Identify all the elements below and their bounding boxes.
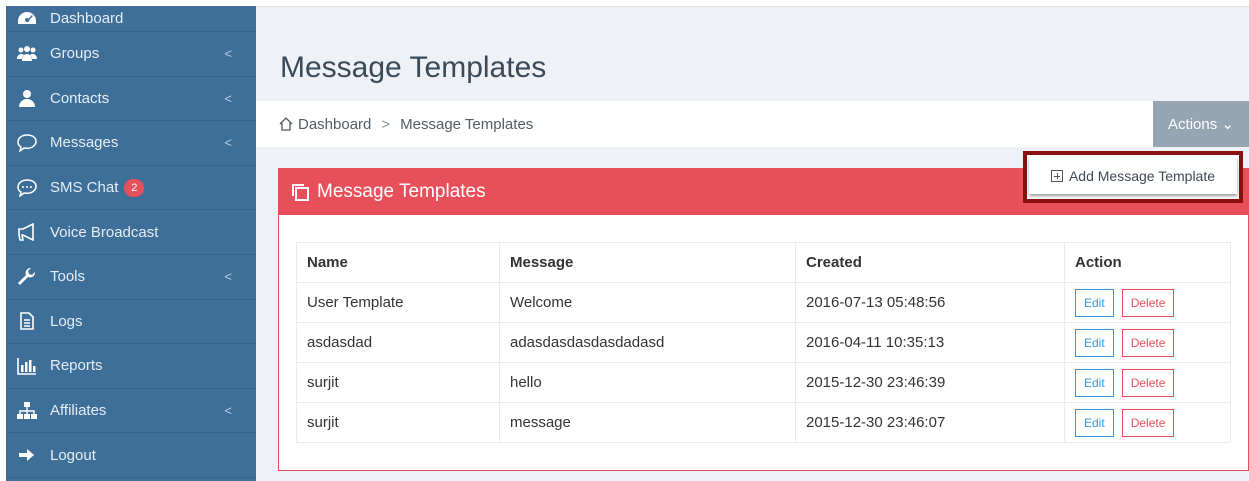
chevron-left-icon: < [224, 269, 232, 285]
sidebar-item-voice-broadcast[interactable]: Voice Broadcast [6, 210, 256, 255]
user-icon [16, 88, 38, 108]
cell-action: Edit Delete [1064, 322, 1231, 363]
message-templates-panel: Message Templates Name Message Created A… [278, 168, 1249, 471]
megaphone-icon [16, 222, 38, 242]
cell-action: Edit Delete [1064, 402, 1231, 443]
delete-button[interactable]: Delete [1121, 328, 1175, 357]
sidebar-item-label: Groups [50, 45, 100, 63]
chevron-left-icon: < [224, 46, 232, 62]
column-header-message[interactable]: Message [499, 242, 796, 283]
column-header-created[interactable]: Created [795, 242, 1065, 283]
users-icon [16, 44, 38, 64]
breadcrumb-home-link[interactable]: Dashboard [298, 116, 371, 133]
sidebar-item-label: SMS Chat [50, 179, 119, 197]
edit-button[interactable]: Edit [1075, 288, 1114, 317]
sidebar-item-label: Dashboard [50, 10, 124, 27]
table-row: surjit hello 2015-12-30 23:46:39 Edit Del… [296, 362, 1231, 403]
sidebar-item-groups[interactable]: Groups < [6, 32, 256, 77]
table-row: asdasdad adasdasdasdasdadasd 2016-04-11 … [296, 322, 1231, 363]
cell-name: surjit [296, 362, 500, 403]
sidebar-item-label: Tools [50, 268, 86, 286]
cell-created: 2016-07-13 05:48:56 [795, 282, 1065, 323]
main-content: Message Templates Dashboard > Message Te… [256, 6, 1249, 481]
bar-chart-icon [16, 356, 38, 376]
edit-button[interactable]: Edit [1075, 368, 1114, 397]
sidebar-item-reports[interactable]: Reports [6, 344, 256, 389]
sidebar-item-label: Contacts [50, 89, 110, 107]
sidebar-item-tools[interactable]: Tools < [6, 255, 256, 300]
add-message-template-button[interactable]: Add Message Template [1029, 158, 1237, 194]
table-header-row: Name Message Created Action [296, 242, 1231, 283]
cell-message: message [499, 402, 796, 443]
sidebar-item-dashboard[interactable]: Dashboard [6, 6, 256, 32]
sms-chat-icon [16, 178, 38, 198]
copy-icon [292, 184, 309, 201]
cell-action: Edit Delete [1064, 282, 1231, 323]
cell-created: 2015-12-30 23:46:07 [795, 402, 1065, 443]
breadcrumb-current: Message Templates [400, 115, 534, 133]
chat-bubble-icon [16, 133, 38, 153]
dashboard-icon [16, 9, 38, 29]
sidebar-item-messages[interactable]: Messages < [6, 121, 256, 166]
file-icon [16, 311, 38, 331]
wrench-icon [16, 267, 38, 287]
sidebar-item-label: Reports [50, 357, 103, 375]
sidebar-item-label: Affiliates [50, 402, 107, 420]
templates-table: Name Message Created Action User Templat… [296, 242, 1231, 443]
chevron-left-icon: < [224, 90, 232, 106]
delete-button[interactable]: Delete [1121, 408, 1175, 437]
page-title: Message Templates [280, 51, 547, 84]
sidebar-item-label: Logs [50, 312, 83, 330]
sidebar-item-logout[interactable]: Logout [6, 433, 256, 478]
breadcrumb-separator: > [381, 115, 391, 133]
cell-name: asdasdad [296, 322, 500, 363]
cell-name: surjit [296, 402, 500, 443]
add-button-label: Add Message Template [1068, 168, 1216, 184]
breadcrumb: Dashboard > Message Templates Actions ⌄ [256, 101, 1249, 147]
chevron-left-icon: < [224, 403, 232, 419]
sidebar-item-label: Messages [50, 134, 119, 152]
plus-square-icon [1050, 170, 1063, 182]
table-row: User Template Welcome 2016-07-13 05:48:5… [296, 282, 1231, 323]
edit-button[interactable]: Edit [1075, 408, 1114, 437]
sidebar-item-sms-chat[interactable]: SMS Chat 2 [6, 166, 256, 211]
chevron-left-icon: < [224, 135, 232, 151]
cell-message: Welcome [499, 282, 796, 323]
column-header-action: Action [1064, 242, 1231, 283]
cell-created: 2015-12-30 23:46:39 [795, 362, 1065, 403]
sidebar-item-logs[interactable]: Logs [6, 300, 256, 345]
panel-title: Message Templates [317, 181, 486, 202]
delete-button[interactable]: Delete [1121, 368, 1175, 397]
sidebar: Dashboard Groups < Contacts < Messages <… [6, 6, 256, 481]
table-row: surjit message 2015-12-30 23:46:07 Edit D… [296, 402, 1231, 443]
home-icon [279, 117, 293, 131]
cell-created: 2016-04-11 10:35:13 [795, 322, 1065, 363]
sidebar-item-affiliates[interactable]: Affiliates < [6, 389, 256, 434]
actions-dropdown-button[interactable]: Actions ⌄ [1153, 101, 1249, 147]
sidebar-item-label: Voice Broadcast [50, 223, 159, 241]
sitemap-icon [16, 401, 38, 421]
sms-chat-badge: 2 [124, 178, 145, 197]
edit-button[interactable]: Edit [1075, 328, 1114, 357]
sidebar-item-label: Logout [50, 446, 96, 464]
delete-button[interactable]: Delete [1121, 288, 1175, 317]
cell-message: adasdasdasdasdadasd [499, 322, 796, 363]
cell-name: User Template [296, 282, 500, 323]
cell-message: hello [499, 362, 796, 403]
logout-icon [16, 445, 38, 465]
cell-action: Edit Delete [1064, 362, 1231, 403]
sidebar-item-contacts[interactable]: Contacts < [6, 77, 256, 122]
column-header-name[interactable]: Name [296, 242, 500, 283]
